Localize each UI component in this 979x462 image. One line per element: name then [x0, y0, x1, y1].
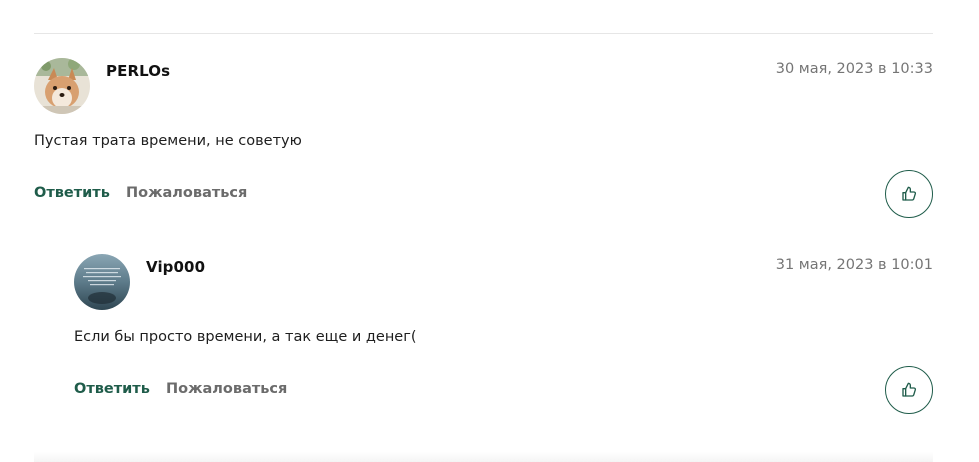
- comment-date: 31 мая, 2023 в 10:01: [775, 257, 933, 273]
- thumbs-up-icon: [902, 382, 917, 397]
- thumbs-up-icon: [902, 186, 917, 201]
- report-button[interactable]: Пожаловаться: [126, 185, 247, 201]
- comment-text: Пустая трата времени, не советую: [34, 133, 302, 149]
- reply-button[interactable]: Ответить: [74, 381, 150, 397]
- comment-text: Если бы просто времени, а так еще и дене…: [74, 329, 417, 345]
- avatar[interactable]: [74, 254, 130, 310]
- top-divider: [34, 33, 933, 34]
- comment-author: PERLOs: [106, 62, 171, 80]
- comment-date: 30 мая, 2023 в 10:33: [775, 61, 933, 77]
- section-divider: [34, 452, 933, 462]
- avatar[interactable]: [34, 58, 90, 114]
- reply-button[interactable]: Ответить: [34, 185, 110, 201]
- report-button[interactable]: Пожаловаться: [166, 381, 287, 397]
- like-button[interactable]: [885, 366, 933, 414]
- comment-author: Vip000: [146, 258, 206, 276]
- like-button[interactable]: [885, 170, 933, 218]
